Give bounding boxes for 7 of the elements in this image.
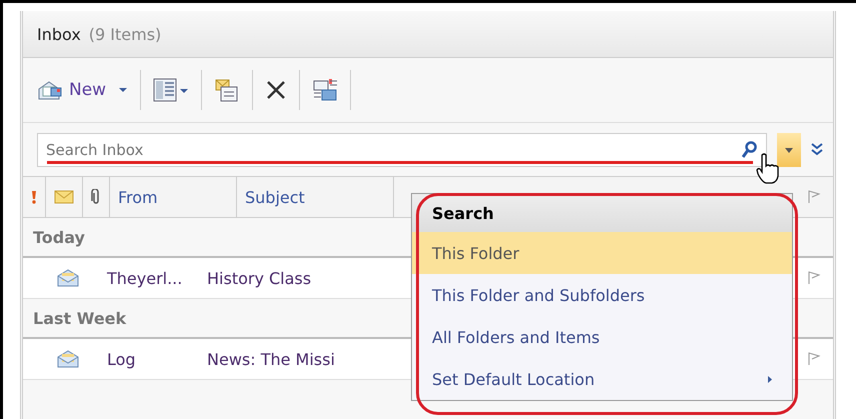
menu-header: Search bbox=[412, 194, 792, 232]
subject-text: News: The Missi bbox=[207, 350, 336, 368]
folder-title: Inbox bbox=[37, 24, 81, 44]
item-count: (9 Items) bbox=[88, 24, 162, 44]
subject-text: History Class bbox=[207, 268, 312, 288]
sender-text: Log bbox=[107, 350, 137, 368]
sender-text: Theyerl... bbox=[107, 268, 184, 288]
